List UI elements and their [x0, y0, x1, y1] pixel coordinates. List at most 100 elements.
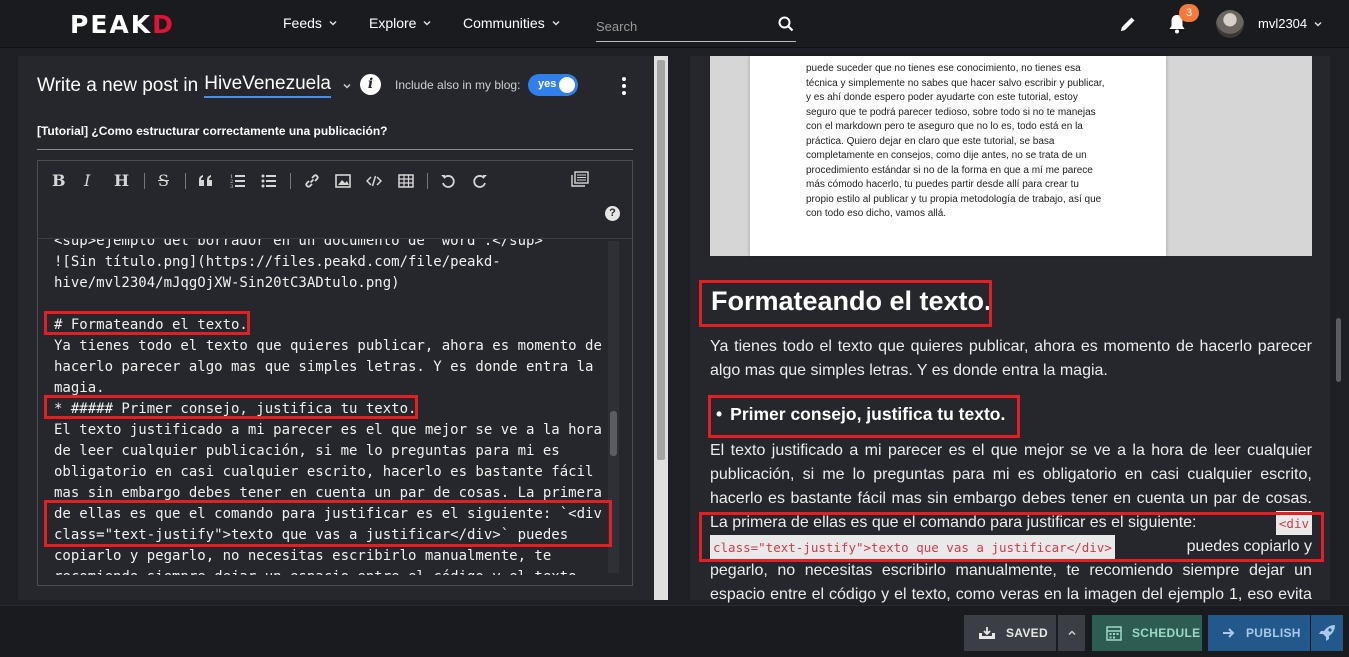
markdown-scrollbar-thumb[interactable] [610, 411, 617, 456]
search-input[interactable] [596, 12, 766, 40]
rocket-icon [1319, 625, 1335, 641]
community-selector[interactable]: HiveVenezuela [204, 73, 331, 98]
highlight-box-code-preview [699, 512, 1324, 562]
code-line: hacerlo parecer algo mas que simples let… [54, 359, 594, 375]
preview-intro-line: Ya tienes todo el texto que quieres publicar, ah… [710, 338, 1312, 355]
undo-icon[interactable] [440, 173, 456, 189]
document-text-line: puede suceder que no tienes ese conocimi… [806, 63, 1081, 74]
post-title-field [37, 122, 633, 150]
editor-toolbar: B I H S 123 ? [38, 161, 632, 239]
highlight-box-bullet-preview [708, 395, 1020, 438]
toolbar-separator [185, 173, 186, 189]
nav-feeds-label: Feeds [283, 15, 322, 31]
preview-scrollbar-thumb[interactable] [1336, 318, 1341, 382]
document-text: puede suceder que no tienes ese conocimi… [806, 62, 1106, 222]
user-menu[interactable]: mvl2304 [1258, 16, 1323, 31]
document-text-line: procedimiento estándar si no de la forma… [806, 164, 1093, 176]
nav-explore[interactable]: Explore [369, 15, 432, 31]
heading-button[interactable]: H [114, 171, 129, 190]
document-text-line: con todo eso dicho, vamos allá. [806, 208, 947, 219]
preview-tail-line: espacio entre el código y el texto, como veras en… [710, 586, 1312, 603]
document-text-line: más cómodo hacerlo, tu puedes partir des… [806, 179, 1079, 190]
cloud-save-icon [979, 627, 995, 639]
link-icon[interactable] [304, 173, 320, 189]
chevron-down-icon[interactable] [341, 81, 353, 91]
saved-button[interactable]: SAVED [964, 615, 1056, 651]
editor-scrollbar-thumb[interactable] [657, 60, 665, 460]
preview-intro: Ya tienes todo el texto que quieres publicar, ah… [710, 335, 1312, 383]
code-line: copiarlo y pegarlo, no necesitas escribi… [54, 548, 552, 564]
publish-label: PUBLISH [1246, 626, 1301, 640]
highlight-box-code-md [44, 500, 612, 547]
schedule-button[interactable]: SCHEDULE [1092, 615, 1202, 651]
publish-button[interactable]: PUBLISH [1208, 615, 1310, 651]
document-text-line: seguro que te podrá parecer tedioso, sob… [806, 106, 1096, 118]
publish-options-button[interactable] [1311, 615, 1343, 651]
preview-body-line: publicación, si me lo preguntas para mi es oblig… [710, 466, 1312, 483]
write-post-prefix: Write a new post in [37, 74, 199, 96]
toggle-label: yes [538, 78, 557, 90]
help-icon[interactable]: ? [605, 206, 620, 221]
italic-button[interactable]: I [84, 171, 90, 190]
chevron-down-icon [423, 20, 431, 26]
chevron-down-icon [329, 20, 337, 26]
code-icon[interactable] [366, 173, 382, 189]
toolbar-separator [144, 173, 145, 189]
calendar-icon [1106, 626, 1122, 641]
include-blog-toggle[interactable]: yes [528, 74, 578, 96]
avatar[interactable] [1216, 10, 1244, 38]
redo-icon[interactable] [472, 173, 488, 189]
code-line: El texto justificado a mi parecer es el … [54, 422, 602, 438]
document-text-line: con el markdown pero te aseguro que no l… [806, 121, 1083, 132]
document-text-line: práctica. Quiero dejar en claro que este… [806, 135, 1055, 147]
document-text-line: técnica y simplemente no sabes que hacer… [806, 77, 1105, 89]
save-options-button[interactable] [1058, 615, 1085, 651]
preview-body-line: El texto justificado a mi parecer es el que mejor… [710, 442, 1312, 459]
unordered-list-icon[interactable] [261, 173, 277, 189]
toolbar-separator [290, 173, 291, 189]
chevron-down-icon [552, 20, 560, 26]
post-title-input[interactable] [37, 122, 633, 138]
svg-text:3: 3 [230, 184, 233, 189]
nav-feeds[interactable]: Feeds [283, 15, 338, 31]
code-line: recomiendo siempre dejar un espacio entr… [54, 567, 602, 575]
highlight-box-bullet-md [44, 395, 418, 419]
code-line: Ya tienes todo el texto que quieres publ… [54, 338, 602, 354]
preview-image: puede suceder que no tienes ese conocimi… [710, 56, 1312, 256]
preview-mode-icon[interactable] [571, 171, 589, 187]
pencil-icon[interactable] [1118, 14, 1138, 34]
arrow-right-icon [1223, 628, 1235, 638]
code-line: hive/mvl2304/mJqgOjXW-Sin20tC3ADtulo.png… [54, 275, 400, 291]
preview-tail-line: pegarlo, no necesitas escribirlo manualmente… [710, 562, 1312, 579]
toolbar-separator [427, 173, 428, 189]
notification-badge: 3 [1179, 4, 1199, 22]
quote-icon[interactable] [198, 174, 214, 188]
document-page: puede suceder que no tienes ese conocimi… [750, 56, 1166, 256]
document-text-line: completamente en consejos, como dije ant… [806, 150, 1087, 161]
image-icon[interactable] [335, 173, 351, 189]
search-icon[interactable] [778, 16, 794, 32]
schedule-label: SCHEDULE [1132, 626, 1201, 640]
write-post-heading: Write a new post in HiveVenezuela [37, 73, 353, 98]
editor-scrollbar[interactable] [654, 56, 668, 600]
toggle-knob [559, 77, 575, 93]
ordered-list-icon[interactable]: 123 [230, 173, 246, 189]
chevron-down-icon [1314, 21, 1322, 27]
highlight-box-heading-md [44, 311, 250, 335]
nav-communities[interactable]: Communities [463, 15, 561, 31]
more-options-icon[interactable] [622, 77, 626, 95]
table-icon[interactable] [398, 173, 414, 189]
top-navbar: PEAKD Feeds Explore Communities 3 mvl230… [0, 0, 1349, 48]
preview-intro-line: algo mas que simples letras. Y es donde … [710, 362, 1108, 379]
username-label: mvl2304 [1258, 16, 1308, 31]
nav-explore-label: Explore [369, 15, 417, 31]
document-text-line: propio estilo al publicar y tu propia me… [806, 193, 1102, 205]
include-blog-label: Include also in my blog: [395, 78, 521, 92]
peakd-logo[interactable]: PEAKD [70, 10, 175, 39]
code-line: <sup>ejemplo del borrador en un document… [54, 239, 543, 249]
bold-button[interactable]: B [52, 171, 66, 190]
nav-communities-label: Communities [463, 15, 545, 31]
strikethrough-button[interactable]: S [158, 171, 169, 190]
search-box [596, 12, 796, 42]
info-icon[interactable]: i [360, 74, 381, 95]
